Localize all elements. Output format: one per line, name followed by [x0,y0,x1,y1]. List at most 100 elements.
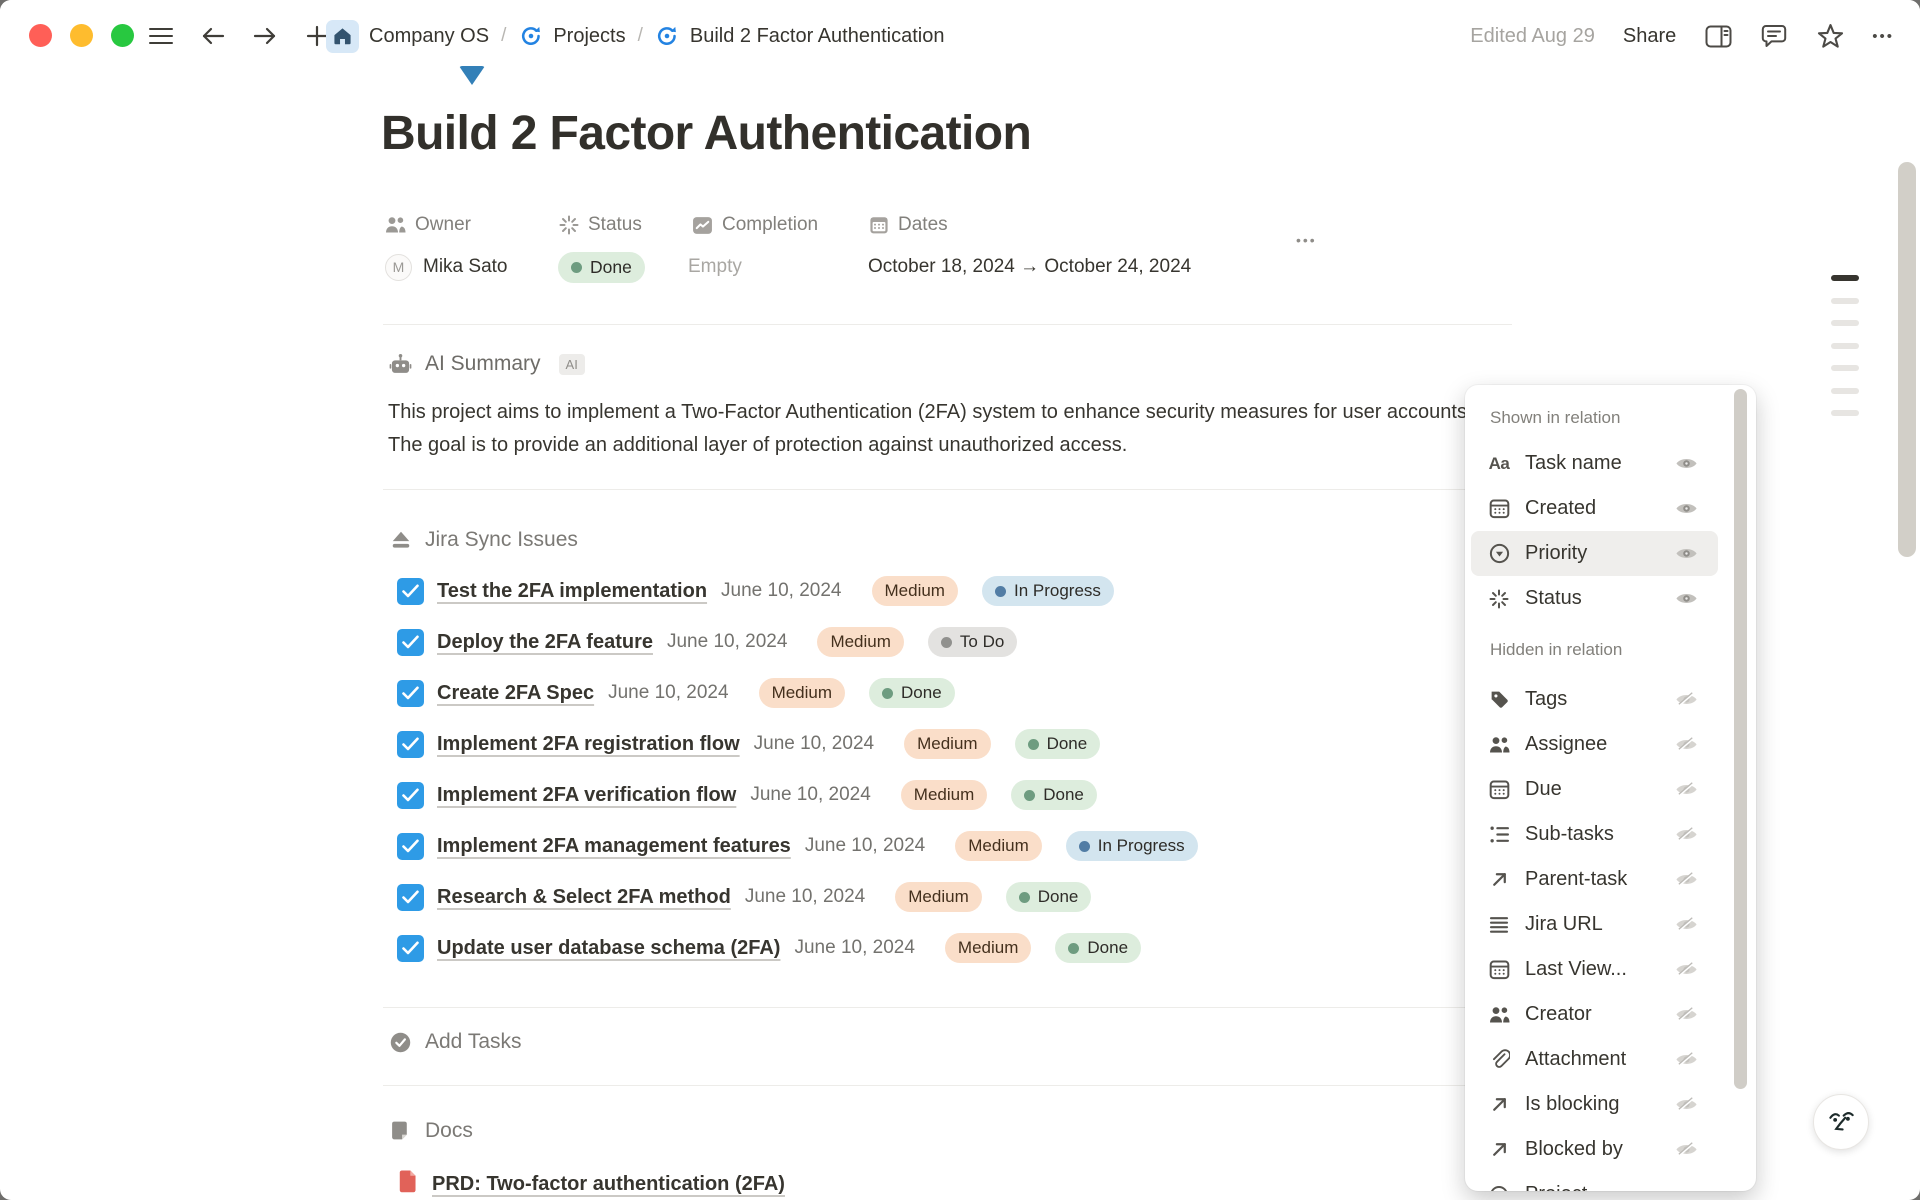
status-badge[interactable]: In Progress [982,576,1114,606]
priority-badge[interactable]: Medium [945,933,1031,963]
priority-badge[interactable]: Medium [817,627,903,657]
checkbox-checked-icon[interactable] [397,935,424,962]
eye-off-icon[interactable] [1675,736,1698,753]
popup-item-jira-url[interactable]: Jira URL [1471,902,1718,947]
checkbox-checked-icon[interactable] [397,884,424,911]
add-tasks-button[interactable]: Add Tasks [389,1026,522,1058]
page-outline-indicator[interactable] [1831,275,1859,416]
property-status-label[interactable]: Status [558,210,642,240]
back-icon[interactable] [198,21,228,51]
checkbox-checked-icon[interactable] [397,731,424,758]
task-title-link[interactable]: Implement 2FA management features [437,835,791,858]
task-row[interactable]: Test the 2FA implementation June 10, 202… [397,573,1114,609]
popup-item-sub-tasks[interactable]: Sub-tasks [1471,812,1718,857]
task-row[interactable]: Update user database schema (2FA) June 1… [397,930,1141,966]
properties-more-button[interactable]: ••• [1296,232,1317,248]
property-completion-label[interactable]: Completion [692,210,818,240]
forward-icon[interactable] [250,21,280,51]
popup-item-is-blocking[interactable]: Is blocking [1471,1082,1718,1127]
property-owner-value[interactable]: M Mika Sato [385,250,507,284]
property-dates-label[interactable]: Dates [868,210,948,240]
status-badge[interactable]: Done [1055,933,1141,963]
favorite-star-icon[interactable] [1816,22,1844,50]
popup-item-attachment[interactable]: Attachment [1471,1037,1718,1082]
property-status-value[interactable]: Done [558,250,645,284]
eye-off-icon[interactable] [1675,1006,1698,1023]
status-badge[interactable]: Done [1006,882,1092,912]
property-completion-value[interactable]: Empty [688,250,742,284]
task-row[interactable]: Deploy the 2FA feature June 10, 2024 Med… [397,624,1017,660]
task-title-link[interactable]: Test the 2FA implementation [437,580,707,603]
doc-link[interactable]: PRD: Two-factor authentication (2FA) [432,1173,785,1196]
page-title[interactable]: Build 2 Factor Authentication [381,106,1031,161]
window-controls[interactable] [29,24,134,47]
popup-item-blocked-by[interactable]: Blocked by [1471,1127,1718,1172]
eye-icon[interactable] [1675,590,1698,607]
popup-item-last-viewed[interactable]: Last View... [1471,947,1718,992]
status-badge[interactable]: To Do [928,627,1017,657]
eye-icon[interactable] [1675,545,1698,562]
docs-section-header[interactable]: Docs [389,1115,473,1147]
eye-off-icon[interactable] [1675,1141,1698,1158]
doc-link-row[interactable]: PRD: Two-factor authentication (2FA) [397,1166,785,1200]
popup-item-due[interactable]: Due [1471,767,1718,812]
minimize-window-button[interactable] [70,24,93,47]
popup-item-assignee[interactable]: Assignee [1471,722,1718,767]
eye-off-icon[interactable] [1675,961,1698,978]
task-title-link[interactable]: Update user database schema (2FA) [437,937,780,960]
eye-off-icon[interactable] [1675,916,1698,933]
home-icon[interactable] [326,20,359,53]
status-badge[interactable]: Done [1011,780,1097,810]
popup-item-task-name[interactable]: Aa Task name [1471,441,1718,486]
checkbox-checked-icon[interactable] [397,578,424,605]
side-peek-icon[interactable] [1704,22,1732,50]
property-owner-label[interactable]: Owner [385,210,471,240]
task-title-link[interactable]: Create 2FA Spec [437,682,594,705]
priority-badge[interactable]: Medium [955,831,1041,861]
priority-badge[interactable]: Medium [901,780,987,810]
eye-off-icon[interactable] [1675,1051,1698,1068]
task-row[interactable]: Implement 2FA verification flow June 10,… [397,777,1097,813]
comments-icon[interactable] [1760,22,1788,50]
eye-off-icon[interactable] [1675,871,1698,888]
share-button[interactable]: Share [1623,25,1676,48]
breadcrumb-current-page[interactable]: Build 2 Factor Authentication [690,25,945,48]
eye-off-icon[interactable] [1675,1096,1698,1113]
task-row[interactable]: Implement 2FA management features June 1… [397,828,1198,864]
priority-badge[interactable]: Medium [895,882,981,912]
task-row[interactable]: Research & Select 2FA method June 10, 20… [397,879,1091,915]
eye-off-icon[interactable] [1675,691,1698,708]
task-title-link[interactable]: Implement 2FA verification flow [437,784,736,807]
status-badge[interactable]: Done [869,678,955,708]
page-scrollbar-thumb[interactable] [1898,162,1916,557]
task-title-link[interactable]: Research & Select 2FA method [437,886,731,909]
sidebar-menu-icon[interactable] [146,21,176,51]
task-row[interactable]: Create 2FA Spec June 10, 2024 Medium Don… [397,675,955,711]
task-title-link[interactable]: Deploy the 2FA feature [437,631,653,654]
breadcrumb-projects[interactable]: Projects [553,25,625,48]
eye-icon[interactable] [1675,500,1698,517]
eye-off-icon[interactable] [1675,826,1698,843]
jira-section-header[interactable]: Jira Sync Issues [389,524,578,556]
popup-item-priority[interactable]: Priority [1471,531,1718,576]
checkbox-checked-icon[interactable] [397,680,424,707]
task-title-link[interactable]: Implement 2FA registration flow [437,733,740,756]
checkbox-checked-icon[interactable] [397,833,424,860]
popup-item-created[interactable]: Created [1471,486,1718,531]
popup-scrollbar-thumb[interactable] [1734,389,1747,1089]
checkbox-checked-icon[interactable] [397,782,424,809]
priority-badge[interactable]: Medium [872,576,958,606]
close-window-button[interactable] [29,24,52,47]
ai-summary-header[interactable]: AI Summary AI [389,348,585,380]
more-options-button[interactable]: ••• [1872,28,1894,45]
notion-ai-face-button[interactable] [1813,1094,1869,1150]
zoom-window-button[interactable] [111,24,134,47]
priority-badge[interactable]: Medium [904,729,990,759]
popup-item-status[interactable]: Status [1471,576,1718,621]
popup-item-partial[interactable]: Project [1471,1172,1718,1191]
status-badge[interactable]: Done [1015,729,1101,759]
popup-item-creator[interactable]: Creator [1471,992,1718,1037]
eye-off-icon[interactable] [1675,781,1698,798]
status-badge[interactable]: In Progress [1066,831,1198,861]
breadcrumb-company-os[interactable]: Company OS [369,25,489,48]
